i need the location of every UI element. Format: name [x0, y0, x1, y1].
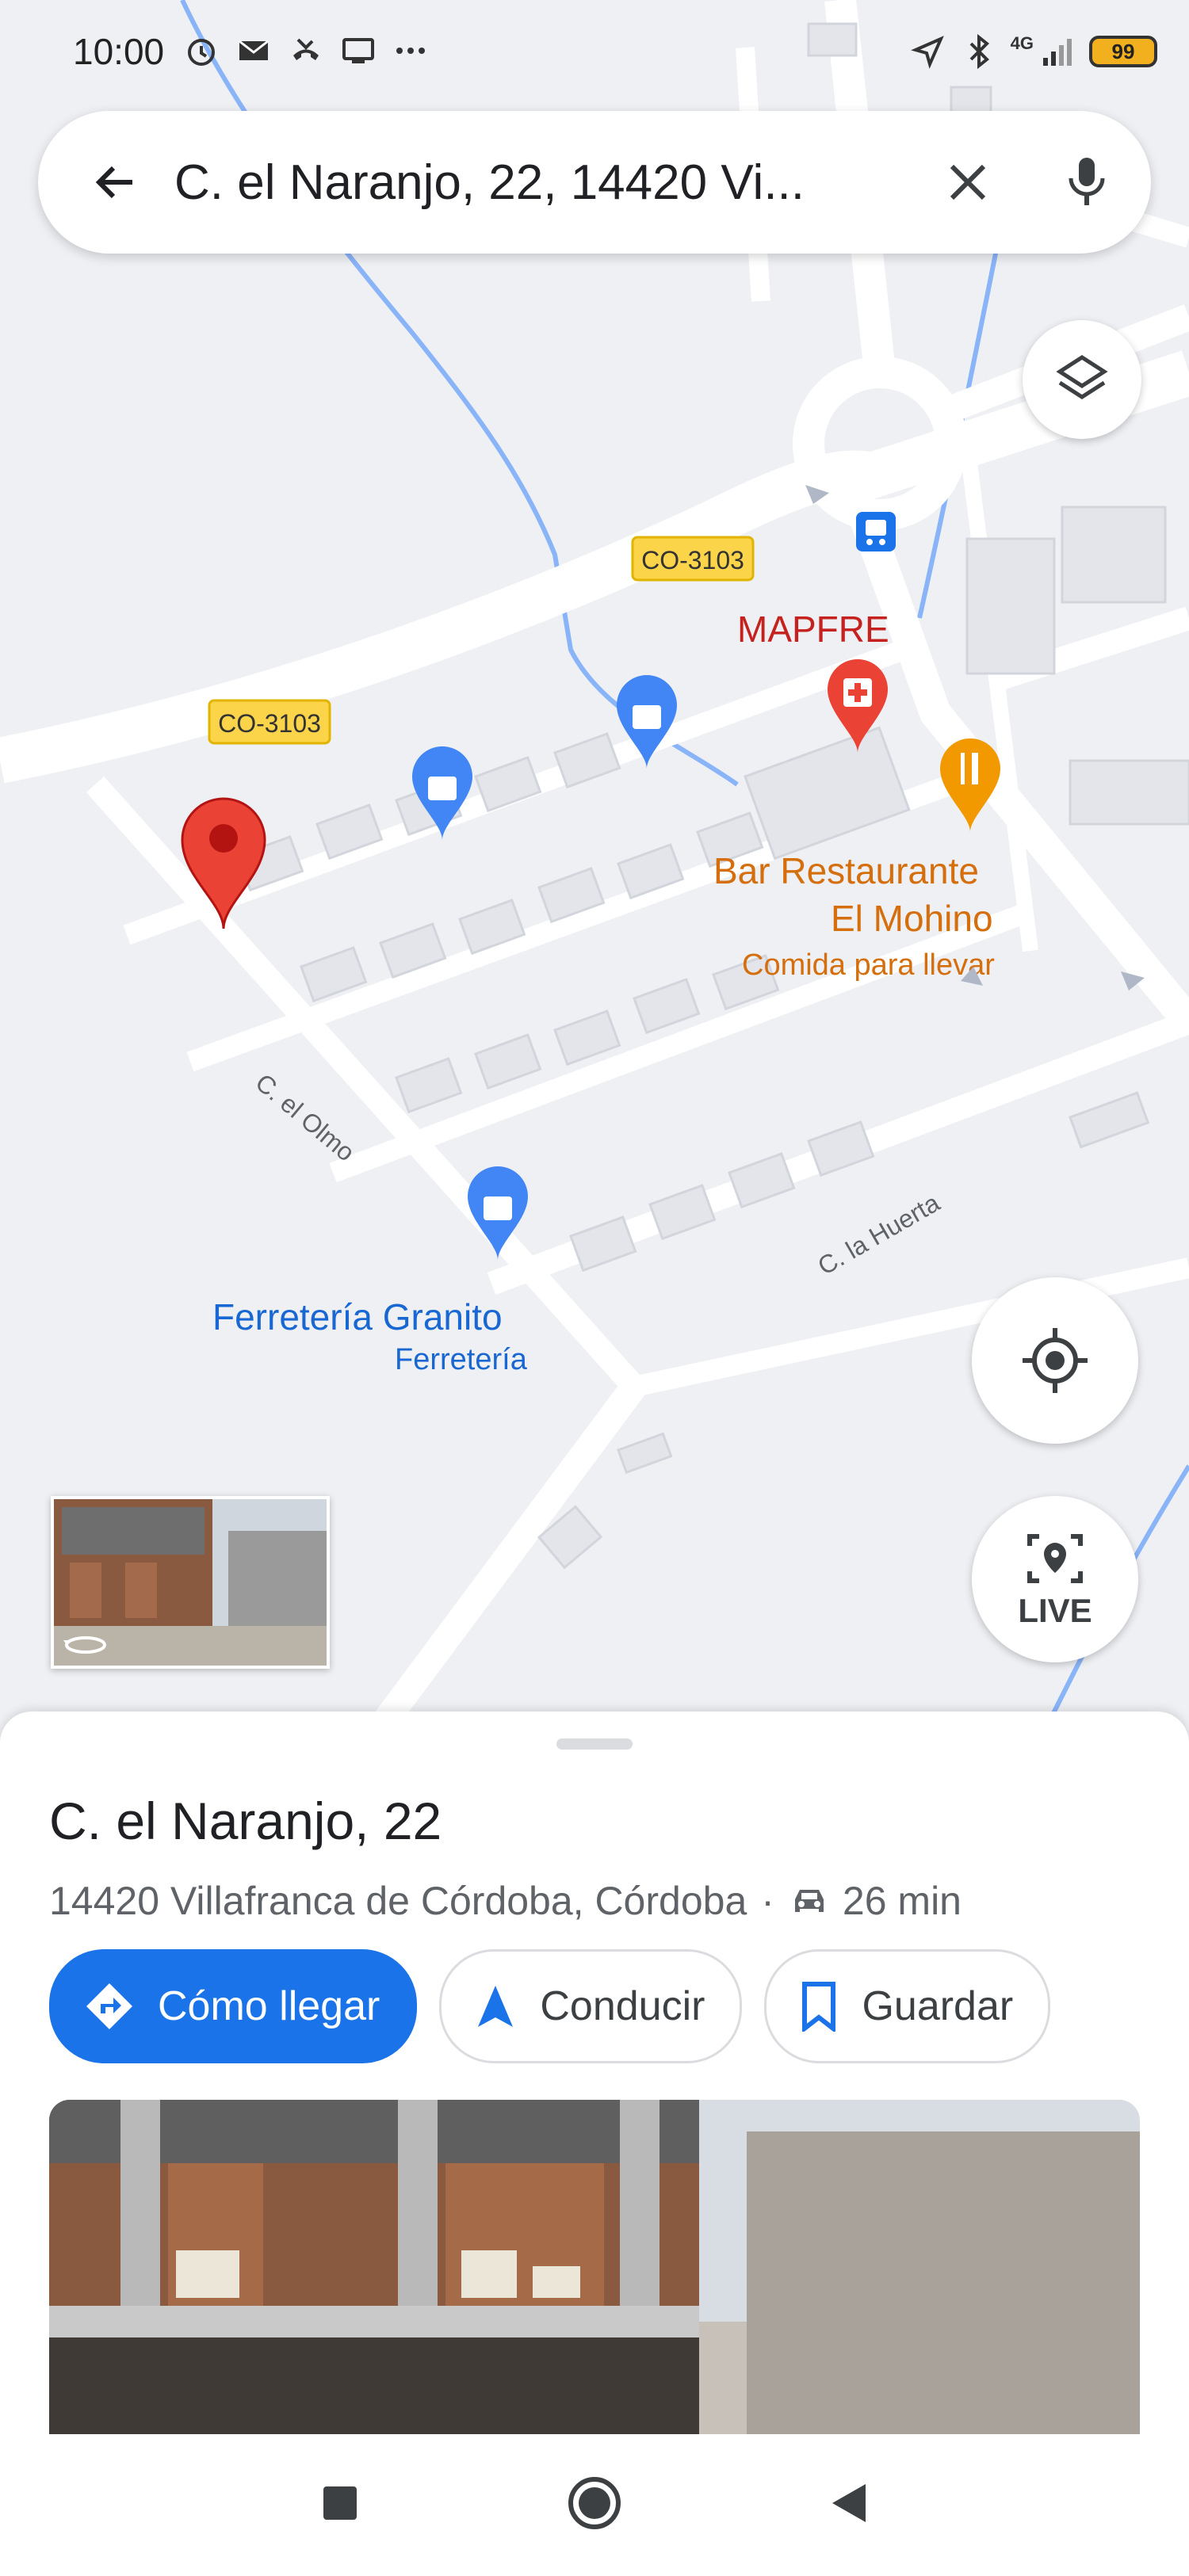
poi-mapfre-label: MAPFRE [737, 609, 889, 650]
home-button[interactable] [566, 2475, 623, 2536]
drive-time: 26 min [842, 1879, 962, 1923]
status-bar: 10:00 4G 99 [0, 0, 1189, 103]
status-icons-left [182, 27, 430, 74]
bluetooth-icon [969, 33, 989, 70]
poi-bar-name-1: Bar Restaurante [713, 850, 979, 891]
mail-icon [239, 40, 269, 60]
crosshair-icon [1023, 1328, 1088, 1393]
layers-icon [1056, 355, 1108, 399]
drive-button[interactable]: Conducir [439, 1949, 743, 2063]
system-nav-bar [0, 2434, 1189, 2576]
road-shield: CO-3103 [631, 536, 755, 582]
place-subtitle: 14420 Villafranca de Córdoba, Córdoba · … [49, 1878, 962, 1924]
road-label-2: CO-3103 [218, 709, 321, 738]
layers-button[interactable] [1023, 320, 1141, 439]
alarm-icon [188, 39, 215, 66]
poi-ferreteria-name: Ferretería Granito [212, 1296, 503, 1338]
battery-level: 99 [1111, 39, 1135, 63]
save-button[interactable]: Guardar [764, 1949, 1051, 2063]
missed-call-icon [293, 38, 319, 60]
road-label-1: CO-3103 [641, 546, 744, 574]
live-view-button[interactable]: LIVE [972, 1496, 1138, 1662]
battery-icon: 99 [1089, 36, 1157, 67]
square-icon [323, 2486, 357, 2520]
car-icon [794, 1890, 824, 1912]
directions-button[interactable]: Cómo llegar [49, 1949, 418, 2063]
mic-icon [1069, 158, 1105, 205]
drag-handle[interactable] [556, 1738, 633, 1750]
voice-search-button[interactable] [1051, 147, 1122, 218]
status-icons-right: 4G 99 [909, 24, 1157, 79]
action-chips: Cómo llegar Conducir Guardar [49, 1949, 1051, 2063]
live-label: LIVE [1018, 1592, 1092, 1629]
clear-button[interactable] [932, 147, 1004, 218]
circle-icon [568, 2477, 621, 2529]
bookmark-icon [802, 1982, 836, 2032]
cast-icon [342, 38, 374, 63]
directions-label: Cómo llegar [158, 1983, 380, 2029]
separator: · [761, 1879, 774, 1923]
road-shield: CO-3103 [208, 699, 331, 745]
status-time: 10:00 [73, 31, 165, 72]
place-title: C. el Naranjo, 22 [49, 1792, 442, 1850]
poi-bar-name-2: El Mohino [831, 898, 993, 939]
back-nav-button[interactable] [829, 2481, 869, 2529]
poi-ferreteria-subtitle: Ferretería [395, 1343, 528, 1376]
more-icon [396, 48, 425, 54]
navigation-arrow-icon [478, 1986, 514, 2027]
poi-bar-subtitle: Comida para llevar [742, 948, 995, 982]
close-icon [950, 164, 986, 200]
back-button[interactable] [79, 147, 151, 218]
drive-label: Conducir [540, 1983, 705, 2029]
back-arrow-icon [95, 166, 132, 199]
location-arrow-icon [910, 36, 944, 69]
live-view-icon [1027, 1534, 1083, 1583]
bus-stop-icon[interactable] [856, 512, 896, 551]
360-rotate-icon [63, 1636, 106, 1654]
search-bar[interactable]: C. el Naranjo, 22, 14420 Vi... [38, 111, 1151, 254]
save-label: Guardar [862, 1983, 1014, 2029]
search-query[interactable]: C. el Naranjo, 22, 14420 Vi... [174, 155, 932, 211]
signal-icon [1043, 39, 1072, 66]
street-view-thumbnail[interactable] [51, 1496, 330, 1669]
triangle-back-icon [832, 2484, 866, 2522]
my-location-button[interactable] [972, 1277, 1138, 1444]
place-address: 14420 Villafranca de Córdoba, Córdoba [49, 1879, 747, 1923]
network-type: 4G [1010, 33, 1034, 53]
directions-icon [86, 1983, 132, 2029]
recents-button[interactable] [320, 2483, 360, 2527]
map-canvas[interactable]: CO-3103 CO-3103 C. el Olmo C. la Huerta … [0, 0, 1189, 1727]
